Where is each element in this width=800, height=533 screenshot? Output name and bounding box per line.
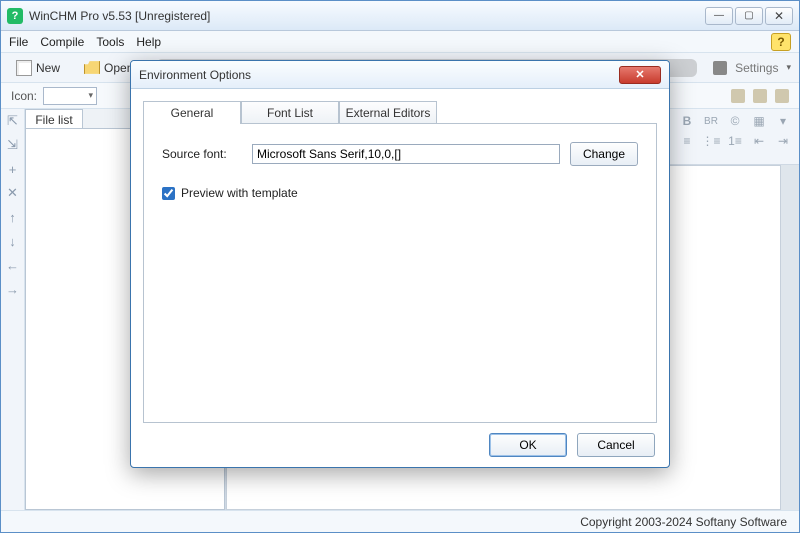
dialog-close-button[interactable]: ✕ xyxy=(619,66,661,84)
tree-collapse-icon[interactable]: ⇱ xyxy=(5,113,21,129)
break-icon[interactable]: BR xyxy=(703,113,719,129)
menu-tools[interactable]: Tools xyxy=(96,35,124,49)
new-button[interactable]: New xyxy=(9,57,67,79)
source-font-input[interactable] xyxy=(252,144,560,164)
dialog-footer: OK Cancel xyxy=(131,423,669,467)
minimize-button[interactable]: — xyxy=(705,7,733,25)
tab-general[interactable]: General xyxy=(143,101,241,124)
icon-combo[interactable] xyxy=(43,87,97,105)
change-button[interactable]: Change xyxy=(570,142,638,166)
source-font-label: Source font: xyxy=(162,147,242,161)
ok-button[interactable]: OK xyxy=(489,433,567,457)
help-icon[interactable]: ? xyxy=(771,33,791,51)
outdent-icon[interactable]: ⇤ xyxy=(751,133,767,149)
titlebar: ? WinCHM Pro v5.53 [Unregistered] — ▢ ✕ xyxy=(1,1,799,31)
dialog-titlebar: Environment Options ✕ xyxy=(131,61,669,89)
bold-icon[interactable]: B xyxy=(679,113,695,129)
align-center-icon[interactable]: ≡ xyxy=(679,133,695,149)
close-button[interactable]: ✕ xyxy=(765,7,793,25)
icon-label: Icon: xyxy=(11,89,37,103)
menubar: File Compile Tools Help ? xyxy=(1,31,799,53)
settings-icon xyxy=(713,61,727,75)
move-right-icon[interactable]: → xyxy=(5,281,21,297)
window-title: WinCHM Pro v5.53 [Unregistered] xyxy=(29,9,705,23)
move-up-icon[interactable]: ↑ xyxy=(5,209,21,225)
flag-icon[interactable] xyxy=(753,89,767,103)
new-label: New xyxy=(36,61,60,75)
refresh-icon[interactable] xyxy=(775,89,789,103)
menu-help[interactable]: Help xyxy=(136,35,161,49)
tree-expand-icon[interactable]: ⇲ xyxy=(5,137,21,153)
open-label: Open xyxy=(104,61,133,75)
list-number-icon[interactable]: 1≡ xyxy=(727,133,743,149)
preview-template-label: Preview with template xyxy=(181,186,298,200)
tab-external-editors[interactable]: External Editors xyxy=(339,101,437,123)
list-bullet-icon[interactable]: ⋮≡ xyxy=(703,133,719,149)
open-folder-icon xyxy=(84,60,100,76)
menu-file[interactable]: File xyxy=(9,35,28,49)
filelist-tab[interactable]: File list xyxy=(25,109,83,129)
more-icon[interactable]: ▦ xyxy=(751,113,767,129)
environment-options-dialog: Environment Options ✕ General Font List … xyxy=(130,60,670,468)
vertical-toolbar: ⇱ ⇲ + ✕ ↑ ↓ ← → xyxy=(1,109,25,510)
cancel-button[interactable]: Cancel xyxy=(577,433,655,457)
add-icon[interactable]: + xyxy=(5,161,21,177)
app-icon: ? xyxy=(7,8,23,24)
statusbar: Copyright 2003-2024 Softany Software xyxy=(1,510,799,532)
copyright-text: Copyright 2003-2024 Softany Software xyxy=(580,515,787,529)
delete-icon[interactable]: ✕ xyxy=(5,185,21,201)
bookmark-icon[interactable] xyxy=(731,89,745,103)
menu-compile[interactable]: Compile xyxy=(40,35,84,49)
copyright-icon[interactable]: © xyxy=(727,113,743,129)
maximize-button[interactable]: ▢ xyxy=(735,7,763,25)
dropdown-icon[interactable]: ▾ xyxy=(775,113,791,129)
move-left-icon[interactable]: ← xyxy=(5,257,21,273)
indent-icon[interactable]: ⇥ xyxy=(775,133,791,149)
move-down-icon[interactable]: ↓ xyxy=(5,233,21,249)
settings-label[interactable]: Settings xyxy=(735,61,778,75)
dialog-tabs: General Font List External Editors xyxy=(143,101,657,123)
preview-template-checkbox[interactable] xyxy=(162,187,175,200)
new-icon xyxy=(16,60,32,76)
tab-font-list[interactable]: Font List xyxy=(241,101,339,123)
settings-dropdown-icon[interactable]: ▾ xyxy=(786,62,791,73)
dialog-title: Environment Options xyxy=(139,68,619,82)
tab-general-page: Source font: Change Preview with templat… xyxy=(143,123,657,423)
